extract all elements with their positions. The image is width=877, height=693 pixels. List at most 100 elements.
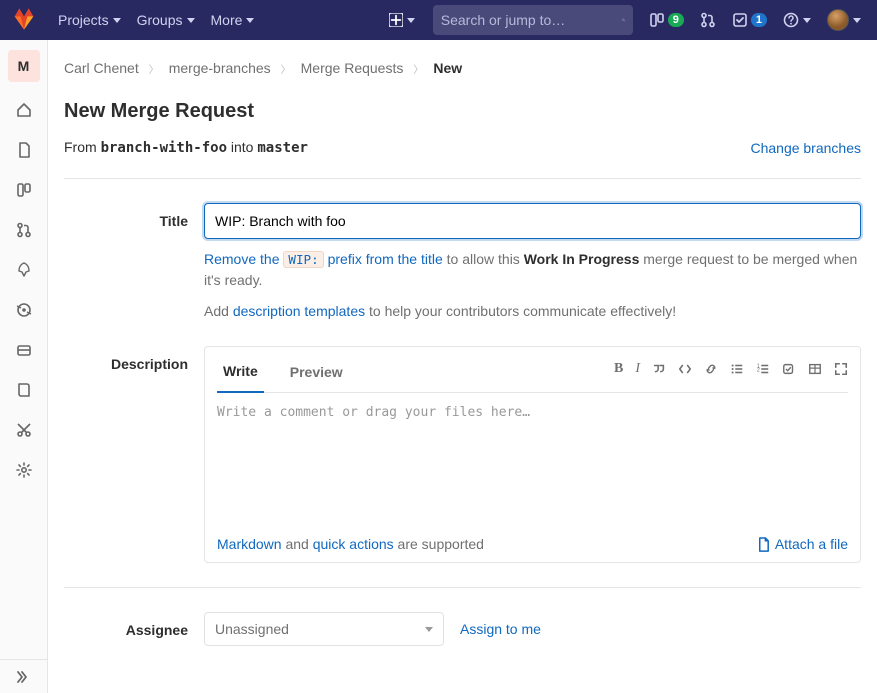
nav-projects[interactable]: Projects: [50, 0, 129, 40]
tab-preview[interactable]: Preview: [284, 354, 349, 392]
table-icon: [808, 362, 822, 376]
attach-file-button[interactable]: Attach a file: [756, 536, 848, 552]
breadcrumb-project[interactable]: merge-branches: [169, 60, 271, 76]
numbered-list-icon: 12: [756, 362, 770, 376]
assignee-dropdown[interactable]: Unassigned: [204, 612, 444, 646]
sidebar-item-operations[interactable]: [0, 290, 48, 330]
nav-groups-label: Groups: [137, 12, 183, 28]
wip-code: WIP:: [283, 251, 323, 268]
sidebar-item-wiki[interactable]: [0, 370, 48, 410]
sidebar-item-settings[interactable]: [0, 450, 48, 490]
link-icon: [704, 362, 718, 376]
task-list-button[interactable]: [782, 362, 796, 376]
svg-text:2: 2: [757, 367, 760, 373]
sidebar-item-project[interactable]: [0, 90, 48, 130]
quote-button[interactable]: [652, 362, 666, 376]
doc-icon: [16, 142, 32, 158]
description-textarea[interactable]: [205, 393, 860, 523]
quick-actions-link[interactable]: quick actions: [313, 536, 394, 552]
help-icon: [783, 12, 799, 28]
nav-projects-label: Projects: [58, 12, 109, 28]
assignee-label: Assignee: [64, 612, 204, 646]
chevron-down-icon: [407, 18, 415, 23]
sidebar-item-repository[interactable]: [0, 130, 48, 170]
page-title: New Merge Request: [64, 100, 861, 123]
description-label: Description: [64, 346, 204, 563]
top-navbar: Projects Groups More 9 1: [0, 0, 877, 40]
nav-user-menu[interactable]: [819, 0, 869, 40]
sidebar-collapse[interactable]: [0, 659, 47, 693]
gitlab-logo-icon[interactable]: [12, 7, 50, 34]
sidebar-item-registry[interactable]: [0, 330, 48, 370]
italic-button[interactable]: I: [635, 361, 640, 377]
wip-strong: Work In Progress: [524, 251, 640, 267]
todos-badge: 1: [751, 13, 767, 27]
sidebar-item-issues[interactable]: [0, 170, 48, 210]
code-icon: [678, 362, 692, 376]
code-button[interactable]: [678, 362, 692, 376]
main-content: Carl Chenet 〉 merge-branches 〉 Merge Req…: [48, 40, 877, 693]
rocket-icon: [16, 262, 32, 278]
gear-icon: [16, 462, 32, 478]
chevron-down-icon: [425, 627, 433, 632]
quote-icon: [652, 362, 666, 376]
remove-wip-link[interactable]: Remove the WIP: prefix from the title: [204, 251, 443, 267]
fullscreen-icon: [834, 362, 848, 376]
project-sidebar: M: [0, 40, 48, 693]
nav-merge-requests[interactable]: [692, 0, 724, 40]
editor-footer-help: Markdown and quick actions are supported: [217, 536, 484, 552]
wip-help-text: Remove the WIP: prefix from the title to…: [204, 249, 861, 291]
breadcrumb-section[interactable]: Merge Requests: [301, 60, 404, 76]
chevron-right-icon: 〉: [149, 61, 159, 76]
book-icon: [16, 382, 32, 398]
home-icon: [16, 102, 32, 118]
sidebar-item-merge-requests[interactable]: [0, 210, 48, 250]
issues-icon: [649, 12, 665, 28]
attach-file-label: Attach a file: [775, 536, 848, 552]
markdown-link[interactable]: Markdown: [217, 536, 282, 552]
breadcrumb-user[interactable]: Carl Chenet: [64, 60, 139, 76]
scissors-icon: [16, 422, 32, 438]
search-bar[interactable]: [433, 5, 633, 35]
desc-template-help: Add description templates to help your c…: [204, 301, 861, 322]
chevron-down-icon: [246, 18, 254, 23]
nav-issues[interactable]: 9: [641, 0, 692, 40]
table-button[interactable]: [808, 362, 822, 376]
source-branch: branch-with-foo: [101, 140, 227, 156]
project-avatar[interactable]: M: [8, 50, 40, 82]
tab-write[interactable]: Write: [217, 353, 264, 393]
merge-request-icon: [700, 12, 716, 28]
target-branch: master: [257, 140, 308, 156]
issues-icon: [16, 182, 32, 198]
chevron-down-icon: [803, 18, 811, 23]
title-input[interactable]: [204, 203, 861, 239]
change-branches-link[interactable]: Change branches: [750, 140, 861, 156]
nav-more[interactable]: More: [203, 0, 263, 40]
link-button[interactable]: [704, 362, 718, 376]
collapse-icon: [16, 669, 32, 685]
new-dropdown[interactable]: [379, 0, 425, 40]
bold-button[interactable]: B: [614, 361, 623, 377]
assign-to-me-link[interactable]: Assign to me: [460, 621, 541, 637]
assignee-selected: Unassigned: [215, 621, 289, 637]
user-avatar: [827, 9, 849, 31]
numbered-list-button[interactable]: 12: [756, 362, 770, 376]
sidebar-item-snippets[interactable]: [0, 410, 48, 450]
title-label: Title: [64, 203, 204, 322]
chevron-right-icon: 〉: [413, 61, 423, 76]
todos-icon: [732, 12, 748, 28]
chevron-down-icon: [113, 18, 121, 23]
merge-request-icon: [16, 222, 32, 238]
registry-icon: [16, 342, 32, 358]
nav-todos[interactable]: 1: [724, 0, 775, 40]
doc-icon: [756, 537, 771, 552]
nav-groups[interactable]: Groups: [129, 0, 203, 40]
fullscreen-button[interactable]: [834, 362, 848, 376]
editor-toolbar: B I 12: [614, 361, 848, 385]
search-input[interactable]: [441, 12, 622, 28]
sidebar-item-ci[interactable]: [0, 250, 48, 290]
bullet-list-button[interactable]: [730, 362, 744, 376]
description-templates-link[interactable]: description templates: [233, 303, 365, 319]
chevron-right-icon: 〉: [281, 61, 291, 76]
nav-help[interactable]: [775, 0, 819, 40]
